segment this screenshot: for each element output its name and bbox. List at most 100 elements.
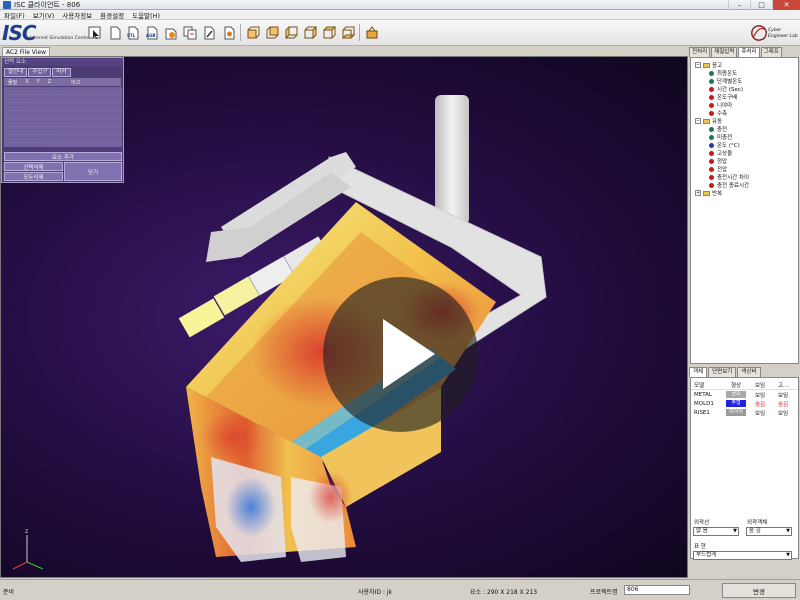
tree-item[interactable]: 시간 (Sec) (691, 85, 798, 93)
open-project-button[interactable] (162, 23, 180, 42)
menu-user-info[interactable]: 사용자정보 (58, 10, 96, 20)
tab-section-view[interactable]: 단면보기 (708, 367, 737, 377)
tab-material-input[interactable]: 재질입력 (711, 47, 738, 57)
green-dot-icon (709, 126, 714, 132)
status-user: 사용자ID : jk (358, 589, 392, 596)
tool-box-button[interactable] (363, 23, 381, 42)
edit-icon (204, 26, 215, 39)
right-tabs: 전처리 재질입력 후처리 그래프 (689, 47, 783, 57)
view-back-button[interactable] (263, 23, 281, 42)
tree-item[interactable]: 충전 종료시간 (691, 181, 798, 189)
cyber-logo-icon (751, 25, 767, 41)
tree-item[interactable]: 충전 (691, 125, 798, 133)
shape-swatch[interactable]: 금속 (726, 391, 746, 398)
selection-panel-title: 선택 요소 (2, 58, 123, 66)
green-dot-icon (709, 134, 714, 140)
tab-thermocouple[interactable]: 열전대 (4, 68, 28, 77)
outline-select[interactable]: 없 음 ▼ (693, 527, 739, 536)
cyber-engineer-lab-logo: Cyber Engineer Lab (748, 21, 798, 45)
outline-label: 외곽선 (694, 520, 710, 526)
outer-object-select[interactable]: 숨 김 ▼ (746, 527, 792, 536)
cube-right-icon (304, 25, 317, 39)
selection-table[interactable] (4, 87, 122, 147)
shape-swatch[interactable]: 라이저 (726, 409, 746, 416)
new-file-button[interactable] (106, 23, 124, 42)
tree-item[interactable]: 충전시간 차이 (691, 173, 798, 181)
folder-icon (703, 190, 710, 196)
tab-postprocess[interactable]: 후처리 (738, 47, 760, 57)
right-panel: 전처리 재질입력 후처리 그래프 − 응고 최종온도 단계별온도 시간 (Sec… (689, 47, 800, 578)
window-controls: – □ ✕ (728, 0, 800, 10)
delete-all-button[interactable]: 모두삭제 (4, 172, 63, 181)
render-mode-select[interactable]: 부드럽게 ▼ (693, 551, 792, 560)
tree-item[interactable]: 니야마 (691, 101, 798, 109)
result-file-button[interactable] (220, 23, 238, 42)
menu-settings[interactable]: 환경설정 (96, 10, 128, 20)
table-row[interactable]: METAL 금속 보임 보임 (691, 390, 798, 399)
add-element-button[interactable]: 요소 추가 (4, 152, 122, 161)
project-name-field[interactable]: 806 (624, 585, 690, 595)
menu-view[interactable]: 보기(V) (29, 10, 58, 20)
menu-file[interactable]: 파일(F) (0, 10, 29, 20)
tab-marker[interactable]: 마커 (52, 68, 71, 77)
tree-item[interactable]: 온도구배 (691, 93, 798, 101)
copy-project-button[interactable] (181, 23, 199, 42)
tree-group-solidification[interactable]: − 응고 (691, 61, 798, 69)
table-row[interactable]: RISE1 라이저 보임 보임 (691, 408, 798, 417)
view-right-button[interactable] (301, 23, 319, 42)
maximize-button[interactable]: □ (750, 0, 772, 10)
pointer-tool-button[interactable] (86, 23, 104, 42)
menu-bar: 파일(F) 보기(V) 사용자정보 환경설정 도움말(H) (0, 10, 800, 20)
view-front-button[interactable] (244, 23, 262, 42)
cube-left-icon (285, 25, 298, 39)
tab-inlet[interactable]: 주입구 (28, 68, 52, 77)
agb-button[interactable]: AGB (143, 23, 161, 42)
tree-item[interactable]: 고상율 (691, 149, 798, 157)
tree-item[interactable]: 정압 (691, 157, 798, 165)
tab-graph[interactable]: 그래프 (760, 47, 782, 57)
edit-button[interactable] (200, 23, 218, 42)
cube-top-icon (322, 26, 336, 38)
tab-object[interactable]: 객체 (689, 367, 708, 377)
tree-group-flow[interactable]: − 유동 (691, 117, 798, 125)
folder-icon (703, 118, 710, 124)
view-top-button[interactable] (320, 23, 338, 42)
cube-bottom-icon (341, 26, 355, 38)
delete-selected-button[interactable]: 선택삭제 (4, 162, 63, 171)
svg-text:z: z (25, 528, 28, 535)
selection-table-header: 물질 X Y Z 비고 (4, 78, 121, 86)
red-dot-icon (709, 174, 714, 180)
minimize-button[interactable]: – (728, 0, 750, 10)
red-dot-icon (709, 94, 714, 100)
view-left-button[interactable] (282, 23, 300, 42)
tree-item[interactable]: 단계별온도 (691, 77, 798, 85)
table-row[interactable]: MOLD1 주형 숨김 숨김 (691, 399, 798, 408)
status-elements: 요소 : 290 X 218 X 213 (470, 589, 538, 596)
red-dot-icon (709, 86, 714, 92)
tab-color-bar[interactable]: 색상바 (737, 367, 761, 377)
change-button[interactable]: 변경 (722, 583, 796, 598)
cube-back-icon (266, 26, 279, 38)
stl-button[interactable]: STL (124, 23, 142, 42)
tree-item[interactable]: 수축 (691, 109, 798, 117)
shape-swatch[interactable]: 주형 (726, 400, 746, 407)
new-file-icon (110, 26, 121, 39)
tree-item[interactable]: 최종온도 (691, 69, 798, 77)
object-tabs: 객체 단면보기 색상바 (689, 367, 762, 377)
tree-group-repeat[interactable]: + 반복 (691, 189, 798, 197)
view-bottom-button[interactable] (339, 23, 357, 42)
tree-item[interactable]: 미충전 (691, 133, 798, 141)
view-tab[interactable]: AC2 File View (2, 47, 50, 56)
open-project-icon (165, 28, 177, 39)
tree-item[interactable]: 전압 (691, 165, 798, 173)
menu-help[interactable]: 도움말(H) (128, 10, 164, 20)
close-panel-button[interactable]: 닫기 (64, 162, 122, 181)
app-icon (3, 0, 11, 9)
play-video-button[interactable] (323, 277, 478, 432)
close-window-button[interactable]: ✕ (772, 0, 800, 10)
axis-triad-icon: z (12, 528, 44, 570)
tree-item[interactable]: 온도 (°C) (691, 141, 798, 149)
project-name-label: 프로젝트명 (590, 589, 618, 596)
tab-preprocess[interactable]: 전처리 (689, 47, 711, 57)
chevron-down-icon: ▼ (786, 552, 790, 558)
